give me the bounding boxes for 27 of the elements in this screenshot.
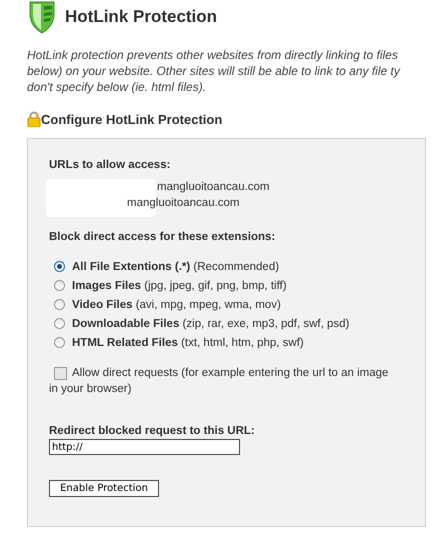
allow-direct-label: Allow direct requests (for example entering the url to an image bbox=[72, 366, 388, 381]
section-title: Configure HotLink Protection bbox=[41, 112, 222, 127]
radio-button[interactable] bbox=[54, 280, 65, 291]
radio-button[interactable] bbox=[54, 337, 65, 348]
description-line: don't specify below (ie. html files). bbox=[27, 79, 208, 95]
radio-button[interactable] bbox=[54, 318, 65, 329]
page-title: HotLink Protection bbox=[65, 7, 218, 27]
description-line: below) on your website. Other sites will still be able to link to any file ty bbox=[27, 63, 402, 79]
allowed-url: mangluoitoancau.com bbox=[157, 181, 270, 193]
redirect-label: Redirect blocked request to this URL: bbox=[49, 425, 256, 437]
extension-option[interactable]: All File Extentions (.*) (Recommended) bbox=[54, 257, 425, 276]
enable-protection-button[interactable]: Enable Protection bbox=[49, 480, 159, 497]
extension-option[interactable]: HTML Related Files (txt, html, htm, php, swf) bbox=[54, 333, 425, 352]
checkbox[interactable] bbox=[54, 366, 67, 380]
shield-icon bbox=[28, 0, 56, 34]
urls-label: URLs to allow access: bbox=[49, 159, 172, 171]
padlock-icon bbox=[27, 111, 41, 127]
radio-button[interactable] bbox=[54, 299, 65, 310]
allowed-url: mangluoitoancau.com bbox=[127, 197, 240, 209]
extension-option[interactable]: Video Files (avi, mpg, mpeg, wma, mov) bbox=[54, 295, 425, 314]
extension-option[interactable]: Images Files (jpg, jpeg, gif, png, bmp, tiff) bbox=[54, 276, 425, 295]
extension-option[interactable]: Downloadable Files (zip, rar, exe, mp3, pdf, swf, psd) bbox=[54, 314, 425, 333]
radio-button[interactable] bbox=[54, 261, 65, 272]
extensions-label: Block direct access for these extensions: bbox=[49, 231, 276, 243]
allow-direct-label: in your browser) bbox=[49, 383, 132, 395]
redirect-url-field[interactable]: http:// bbox=[49, 439, 240, 455]
description-line: HotLink protection prevents other websites from directly linking to files bbox=[27, 47, 399, 63]
